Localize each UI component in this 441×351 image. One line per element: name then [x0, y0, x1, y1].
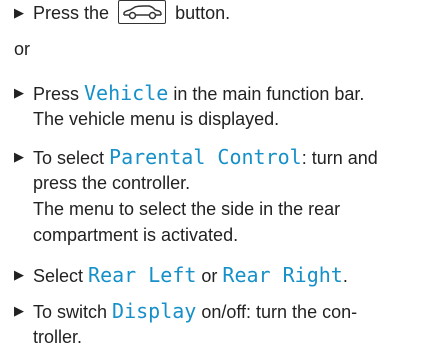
step-press-vehicle: ▶ Press Vehicle in the main function bar… [14, 81, 365, 105]
menu-item-rear-left: Rear Left [88, 263, 197, 287]
step-text: button. [175, 3, 231, 23]
bullet-arrow-icon: ▶ [14, 149, 24, 164]
manual-page: ▶ Press the button. or ▶ Press Vehicle i… [0, 0, 441, 351]
bullet-arrow-icon: ▶ [14, 85, 24, 100]
menu-item-display: Display [112, 299, 197, 323]
step-result-text: compartment is activated. [33, 225, 239, 245]
bullet-arrow-icon: ▶ [14, 303, 24, 318]
bullet-arrow-icon: ▶ [14, 267, 24, 282]
car-icon [118, 0, 167, 25]
menu-item-rear-right: Rear Right [222, 263, 343, 287]
step-switch-display: ▶ To switch Display on/off: turn the con… [14, 299, 358, 323]
step-text-continued: press the controller. [33, 173, 191, 193]
step-press-car-button: ▶ Press the button. [14, 0, 230, 26]
step-select-parental-control: ▶ To select Parental Control: turn and [14, 145, 378, 169]
separator-or: or [14, 39, 31, 59]
bullet-arrow-icon: ▶ [14, 5, 24, 20]
step-select-rear-side: ▶ Select Rear Left or Rear Right. [14, 263, 348, 287]
step-text-continued: troller. [33, 327, 83, 347]
step-text: Press the [33, 3, 110, 23]
step-result-text: The menu to select the side in the rear [33, 199, 341, 219]
menu-item-parental-control: Parental Control [109, 145, 302, 169]
menu-item-vehicle: Vehicle [84, 81, 169, 105]
step-result-text: The vehicle menu is displayed. [33, 109, 280, 129]
